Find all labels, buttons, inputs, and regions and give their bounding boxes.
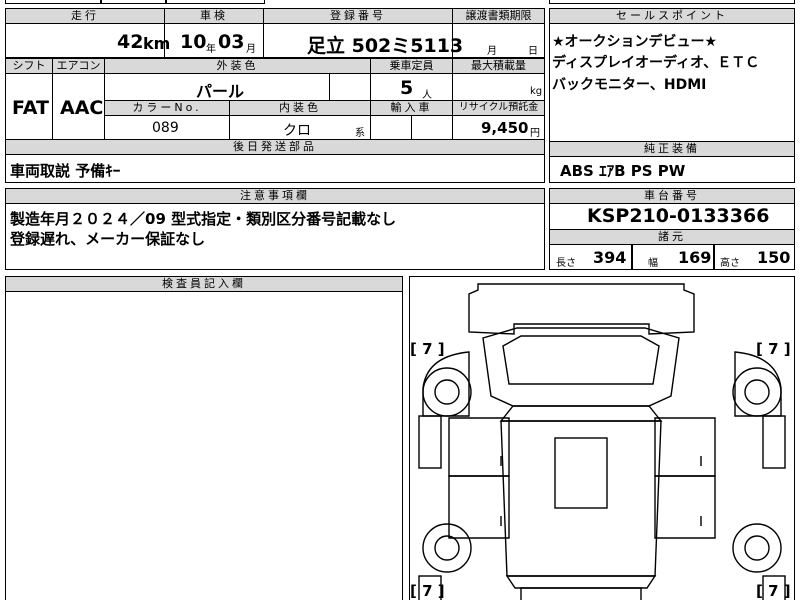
capacity-header: 乗車定員 (370, 58, 453, 74)
roof-outline (500, 420, 662, 577)
wheel-rear-right (732, 523, 782, 573)
inspector-area[interactable] (5, 291, 403, 600)
recycle-header: リサイクル預託金 (452, 100, 545, 116)
right-mirror (762, 415, 786, 469)
specs-divider (631, 244, 633, 270)
capacity-value: 5 (400, 77, 414, 99)
sales-point-line-2: ディスプレイオーディオ、ＥＴＣ (552, 55, 760, 71)
height-label: 高さ (720, 258, 740, 269)
width-value: 169 (678, 248, 712, 267)
wheel-front-left (422, 367, 472, 417)
width-label: 幅 (648, 258, 658, 269)
registration-number: 足立 502ミ5113 (307, 35, 464, 57)
transfer-deadline-header: 譲渡書類期限 (452, 8, 545, 24)
rear-window (505, 575, 657, 589)
specs-divider (713, 244, 715, 270)
after-delivery-value: 車両取説 予備ｷｰ (10, 162, 121, 180)
interior-color-suffix: 系 (355, 128, 365, 139)
front-bumper (468, 283, 695, 335)
left-mirror (418, 415, 442, 469)
wheel-rear-left (422, 523, 472, 573)
sales-point-line-3: バックモニター、HDMI (552, 77, 707, 93)
import-cell-a (370, 115, 412, 140)
standard-equipment-value: ABS ｴｱB PS PW (560, 162, 686, 180)
interior-color-header: 内装色 (229, 100, 371, 116)
inspection-year-unit: 年 (206, 44, 216, 55)
after-delivery-header: 後日発送部品 (5, 139, 545, 155)
recycle-unit: 円 (530, 128, 540, 139)
transfer-day-unit: 日 (528, 46, 538, 57)
aircon-header: エアコン (52, 58, 105, 74)
length-value: 394 (593, 248, 627, 267)
mileage-value: 42 (117, 31, 144, 53)
top-partial-strip-right (549, 0, 795, 4)
wheel-front-right (732, 367, 782, 417)
top-divider (165, 0, 167, 4)
specs-header: 諸元 (549, 229, 795, 245)
windshield (499, 405, 663, 422)
transfer-month-unit: 月 (487, 46, 497, 57)
hood (482, 327, 680, 407)
color-no-header: カラーNo. (104, 100, 230, 116)
mileage-header: 走行 (5, 8, 165, 24)
mileage-unit: km (143, 34, 171, 53)
length-label: 長さ (556, 258, 576, 269)
right-side-front (654, 417, 716, 477)
inspection-year: 10 (180, 31, 207, 53)
aircon-value: AAC (60, 97, 104, 119)
height-value: 150 (757, 248, 791, 267)
standard-equipment-header: 純正装備 (549, 141, 795, 157)
sales-point-header: セールスポイント (549, 8, 795, 24)
roof (554, 437, 608, 509)
exterior-color-header: 外装色 (104, 58, 371, 74)
trunk (520, 587, 642, 600)
capacity-unit: 人 (422, 90, 432, 101)
notes-header: 注意事項欄 (5, 188, 545, 204)
max-load-unit: kg (530, 86, 543, 97)
inspector-header: 検査員記入欄 (5, 276, 403, 292)
bracket-label-front-left: [ 7 ] (410, 340, 445, 358)
color-no-value: 089 (152, 120, 179, 136)
left-side-rear (448, 475, 510, 539)
import-header: 輸入車 (370, 100, 453, 116)
notes-line-2: 登録遅れ、メーカー保証なし (10, 230, 206, 248)
bracket-label-rear-right: [ 7 ] (756, 582, 791, 600)
max-load-header: 最大積載量 (452, 58, 545, 74)
bracket-label-front-right: [ 7 ] (756, 340, 791, 358)
top-divider (100, 0, 102, 4)
top-partial-strip (5, 0, 265, 4)
inspection-month-unit: 月 (246, 44, 256, 55)
interior-color-value: クロ (283, 123, 311, 139)
inspection-month: 03 (218, 31, 245, 53)
shift-value: FAT (12, 97, 49, 119)
import-cell-b (411, 115, 453, 140)
recycle-value: 9,450 (481, 119, 529, 137)
hood-inner (502, 335, 660, 385)
shift-header: シフト (5, 58, 53, 74)
registration-header: 登録番号 (263, 8, 453, 24)
right-front-fender (734, 351, 782, 417)
sales-point-line-1: ★オークションデビュー★ (552, 34, 718, 50)
exterior-color-value: パール (196, 82, 245, 101)
notes-line-1: 製造年月２０２４／09 型式指定・類別区分番号記載なし (10, 210, 397, 228)
right-side-rear (654, 475, 716, 539)
left-front-fender (422, 351, 470, 417)
inspection-header: 車検 (164, 8, 264, 24)
chassis-number: KSP210-0133366 (587, 205, 770, 227)
car-diagram (418, 283, 786, 600)
chassis-no-header: 車台番号 (549, 188, 795, 204)
left-side-front (448, 417, 510, 477)
exterior-color-blank (329, 73, 371, 101)
bracket-label-rear-left: [ 7 ] (410, 582, 445, 600)
